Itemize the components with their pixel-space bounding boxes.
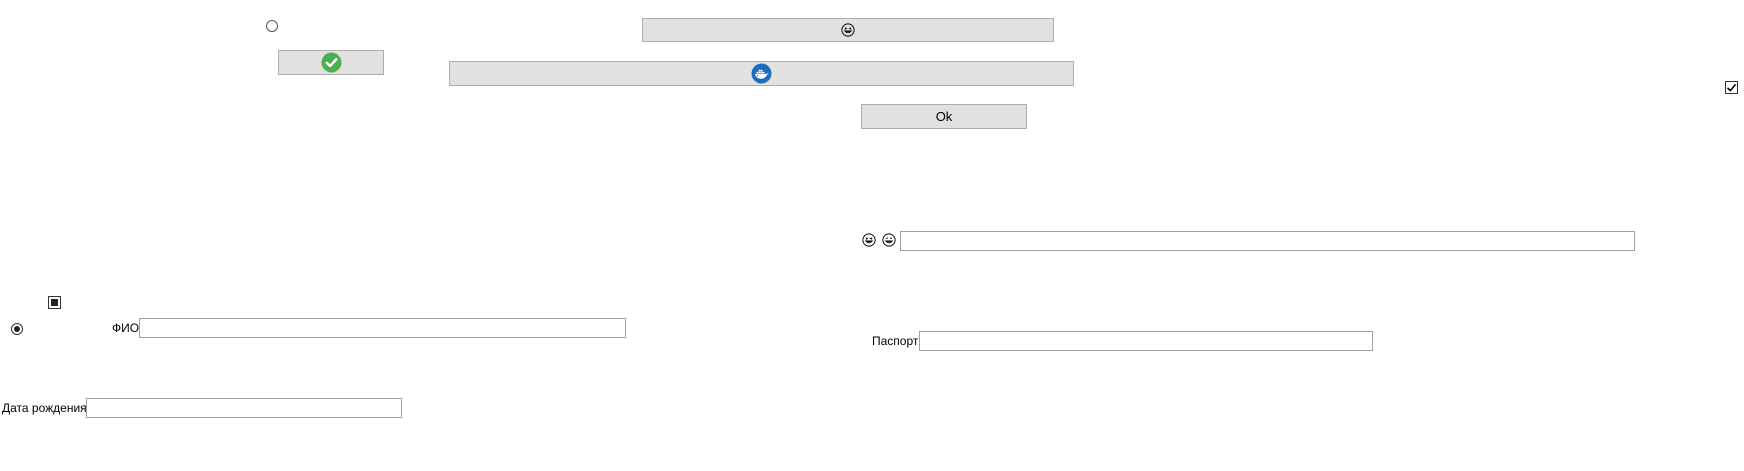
green-check-circle-icon: [321, 52, 341, 73]
emoji-button[interactable]: [642, 18, 1054, 42]
docker-whale-icon: [751, 63, 772, 84]
birth-date-label: Дата рождения: [2, 401, 87, 415]
indeterminate-mark: [51, 299, 58, 306]
indeterminate-checkbox[interactable]: [48, 296, 61, 309]
grinning-face-icon: [882, 233, 896, 247]
fio-field[interactable]: [139, 318, 626, 338]
birth-date-field[interactable]: [86, 398, 402, 418]
radio-dot: [14, 326, 20, 332]
passport-field[interactable]: [919, 331, 1373, 351]
ok-button-label: Ok: [935, 109, 953, 124]
grinning-squint-face-icon: [841, 23, 855, 37]
top-right-checkbox[interactable]: [1725, 81, 1738, 94]
emoji-row-squint-face: [862, 233, 877, 248]
ok-button[interactable]: Ok: [861, 104, 1027, 129]
docker-button[interactable]: [449, 61, 1074, 86]
emoji-row-grinning-face: [882, 233, 897, 248]
top-radio-button[interactable]: [266, 20, 278, 32]
selected-radio-button[interactable]: [11, 323, 23, 335]
grinning-squint-face-icon: [862, 233, 876, 247]
checkmark-icon: [1726, 83, 1737, 92]
fio-label: ФИО: [112, 321, 140, 335]
passport-label: Паспорт: [872, 334, 919, 348]
emoji-textbox[interactable]: [900, 231, 1635, 251]
check-button[interactable]: [278, 50, 384, 75]
